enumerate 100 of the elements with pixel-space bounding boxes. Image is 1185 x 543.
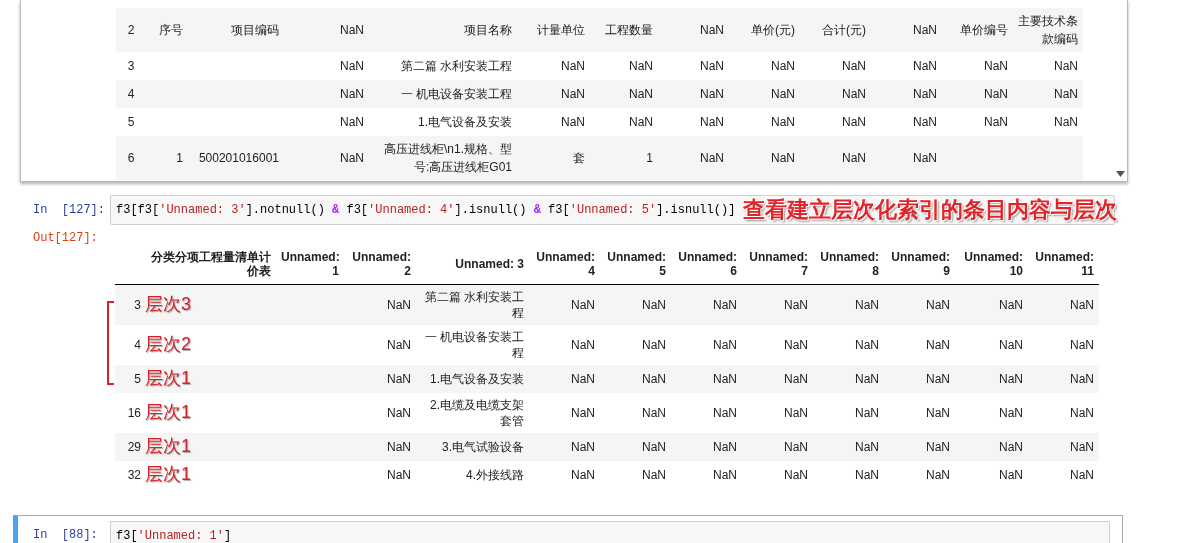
column-header: 分类分项工程量清单计价表	[143, 245, 276, 284]
table-cell: NaN	[813, 324, 884, 365]
table-cell: NaN	[344, 392, 416, 433]
table-cell: NaN	[800, 136, 871, 180]
table-cell: NaN	[600, 324, 671, 365]
table-cell: NaN	[813, 392, 884, 433]
table-cell: NaN	[742, 284, 813, 325]
table-cell: 序号	[146, 8, 188, 52]
code-input[interactable]: f3[f3['Unnamed: 3'].notnull() & f3['Unnamed: 4'].isnull() & f3['Unnamed: 5'].isnull()] 查看建立层次化索引的条目内容与层次	[110, 195, 1115, 225]
table-cell: NaN	[671, 284, 742, 325]
table-cell: NaN	[955, 460, 1028, 489]
table-cell: NaN	[742, 364, 813, 393]
table-cell: NaN	[742, 324, 813, 365]
table-cell: NaN	[529, 460, 600, 489]
table-cell: NaN	[671, 392, 742, 433]
table-cell: NaN	[729, 136, 800, 180]
column-header: Unnamed: 4	[529, 245, 600, 284]
table-cell: NaN	[344, 364, 416, 393]
table-cell: NaN	[600, 284, 671, 325]
table-cell: 单价编号	[942, 8, 1013, 52]
table-cell: NaN	[517, 52, 590, 80]
column-header: Unnamed: 2	[344, 245, 416, 284]
table-cell: NaN	[884, 364, 955, 393]
table-cell: NaN	[600, 460, 671, 489]
table-cell: NaN	[671, 460, 742, 489]
table-cell: NaN	[1028, 432, 1099, 461]
table-cell: 项目名称	[369, 8, 517, 52]
table-cell: 3	[115, 284, 143, 325]
table-cell: NaN	[658, 108, 729, 136]
table-cell: NaN	[955, 284, 1028, 325]
table-cell: NaN	[590, 52, 658, 80]
table-cell: NaN	[871, 136, 942, 180]
table-cell: NaN	[600, 364, 671, 393]
table-cell: NaN	[800, 52, 871, 80]
table-cell: NaN	[600, 432, 671, 461]
table-cell: NaN	[813, 432, 884, 461]
table-cell: NaN	[671, 364, 742, 393]
table-cell: NaN	[884, 432, 955, 461]
scroll-down-icon[interactable]	[1116, 171, 1125, 177]
table-cell: NaN	[1028, 392, 1099, 433]
table-cell: NaN	[800, 80, 871, 108]
table-cell: NaN	[871, 108, 942, 136]
column-header: Unnamed: 11	[1028, 245, 1099, 284]
column-header: Unnamed: 10	[955, 245, 1028, 284]
table-cell: 1	[590, 136, 658, 180]
code-cell[interactable]: In [88]: f3['Unnamed: 1']	[13, 515, 1123, 543]
table-cell: NaN	[1013, 108, 1083, 136]
table-cell: NaN	[813, 460, 884, 489]
table-cell: NaN	[284, 80, 369, 108]
table-cell: 2	[116, 8, 146, 52]
table-cell: 套	[517, 136, 590, 180]
table-cell: NaN	[955, 432, 1028, 461]
table-cell: NaN	[600, 392, 671, 433]
code-input[interactable]: f3['Unnamed: 1']	[110, 521, 1110, 543]
table-cell: NaN	[955, 364, 1028, 393]
table-cell: NaN	[590, 108, 658, 136]
table-cell: 29	[115, 432, 143, 461]
table-cell: 6	[116, 136, 146, 180]
table-cell: NaN	[1013, 52, 1083, 80]
table-cell: 16	[115, 392, 143, 433]
table-cell: NaN	[884, 324, 955, 365]
table-cell: NaN	[517, 80, 590, 108]
table-cell: NaN	[529, 432, 600, 461]
table-cell: NaN	[942, 80, 1013, 108]
table-cell: 第二篇 水利安装工程	[369, 52, 517, 80]
table-cell: NaN	[884, 460, 955, 489]
table-cell: 4	[115, 324, 143, 365]
table-cell: 5	[115, 364, 143, 393]
table-cell: NaN	[284, 52, 369, 80]
table-cell: NaN	[942, 52, 1013, 80]
annotation-text: 层次2	[145, 334, 191, 354]
table-cell: NaN	[517, 108, 590, 136]
annotation-text: 查看建立层次化索引的条目内容与层次	[743, 197, 1118, 223]
annotation-text: 层次1	[145, 436, 191, 456]
table-cell: 高压进线柜\n1.规格、型号:高压进线柜G01	[369, 136, 517, 180]
column-header: Unnamed: 8	[813, 245, 884, 284]
table-cell: NaN	[529, 324, 600, 365]
table-cell: 32	[115, 460, 143, 489]
table-cell: NaN	[742, 432, 813, 461]
column-header: Unnamed: 6	[671, 245, 742, 284]
table-cell: NaN	[658, 136, 729, 180]
table-cell: NaN	[284, 8, 369, 52]
table-cell: NaN	[1028, 324, 1099, 365]
table-cell: NaN	[955, 392, 1028, 433]
table-cell: NaN	[344, 324, 416, 365]
code-line: f3[f3['Unnamed: 3'].notnull() & f3['Unnamed: 4'].isnull() & f3['Unnamed: 5'].isnull()]	[116, 202, 736, 219]
table-cell: NaN	[813, 364, 884, 393]
table-cell: 500201016001	[188, 136, 284, 180]
table-cell: NaN	[671, 432, 742, 461]
input-prompt: In [127]:	[32, 202, 106, 219]
column-header: Unnamed: 5	[600, 245, 671, 284]
table-cell: 项目编码	[188, 8, 284, 52]
table-cell: 第二篇 水利安装工程	[416, 284, 529, 325]
table-cell: 4.外接线路	[416, 460, 529, 489]
table-cell: NaN	[529, 392, 600, 433]
table-cell: NaN	[729, 52, 800, 80]
table-cell: NaN	[884, 392, 955, 433]
annotation-text: 层次1	[145, 368, 191, 388]
table-cell: 2.电缆及电缆支架套管	[416, 392, 529, 433]
table-cell: NaN	[658, 80, 729, 108]
